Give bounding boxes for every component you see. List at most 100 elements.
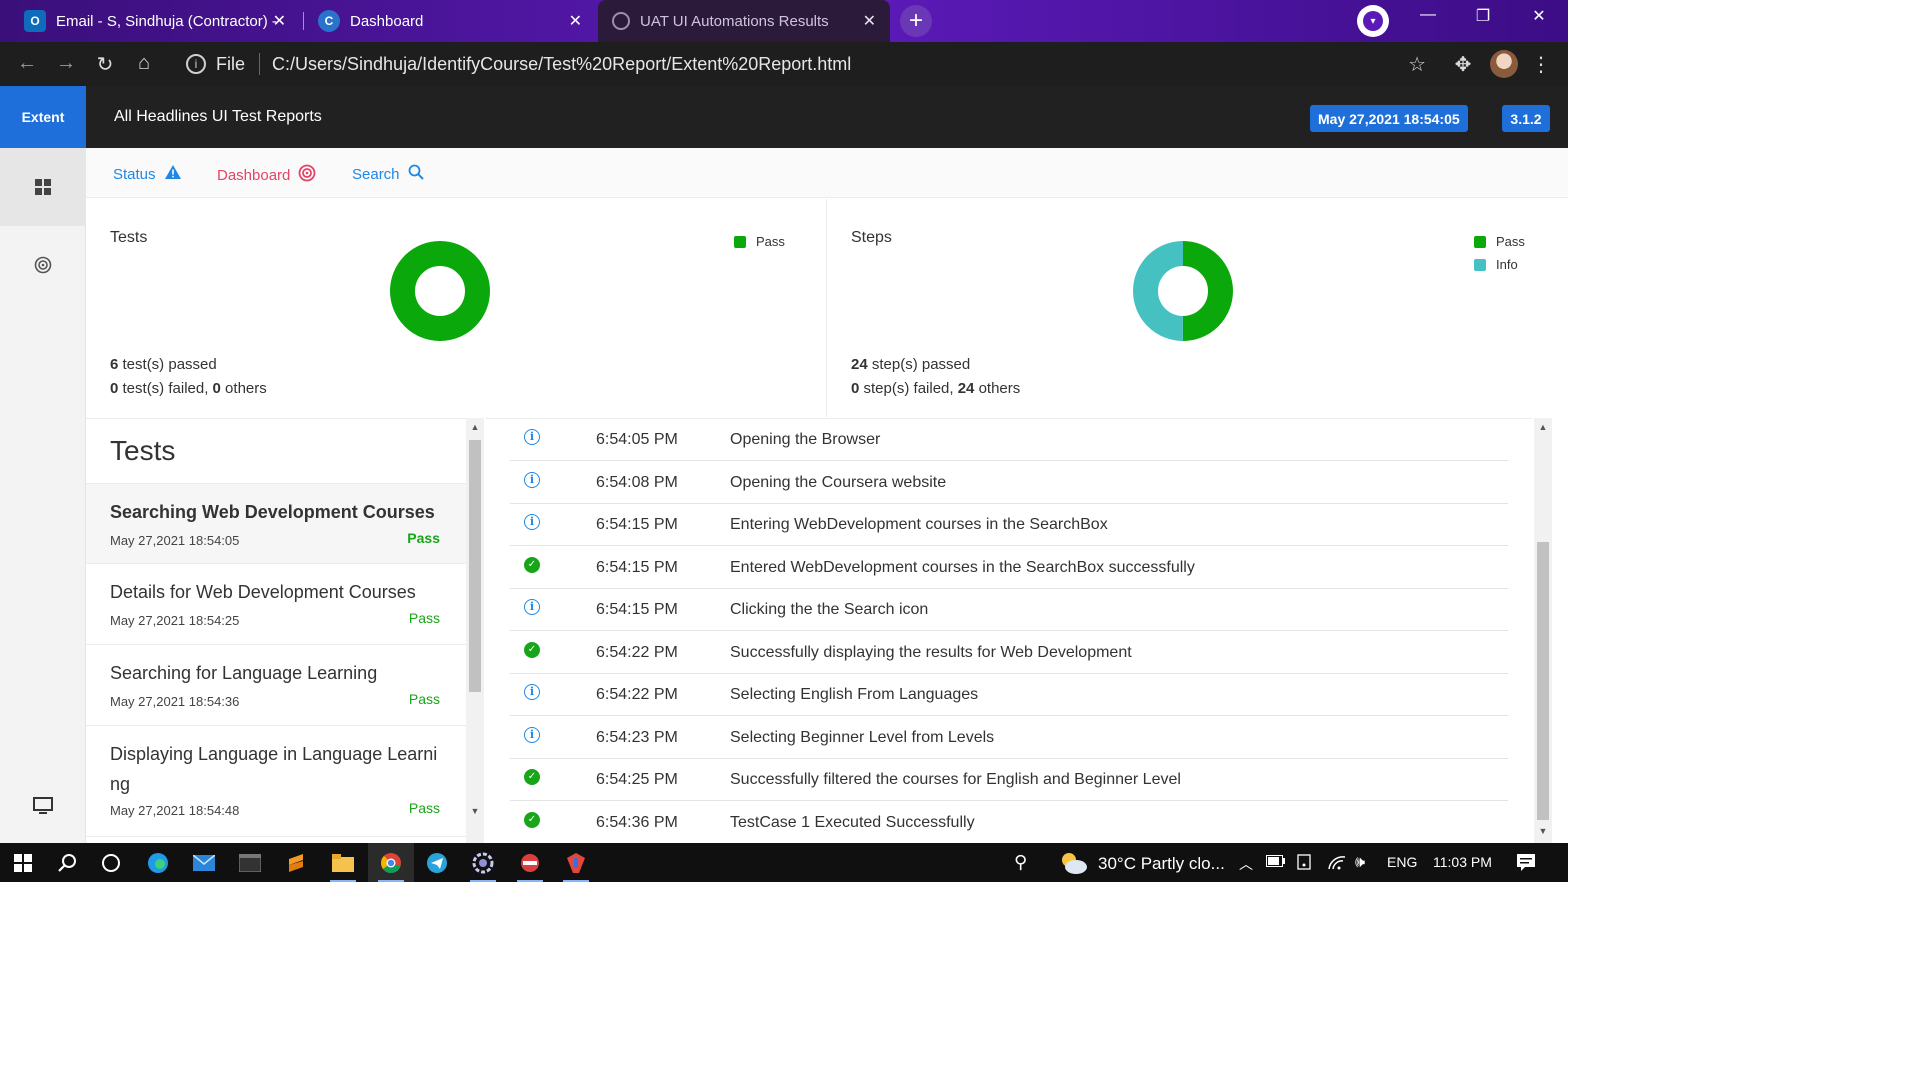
scroll-up-icon[interactable]: ▲: [466, 422, 484, 432]
step-row: i 6:54:23 PM Selecting Beginner Level from…: [510, 717, 1508, 759]
test-name: Searching Web Development Courses: [110, 502, 435, 522]
steps-summary-card: Steps Pass Info 24 step(s) passed 0 step…: [827, 199, 1568, 417]
window-close-button[interactable]: ✕: [1524, 6, 1554, 26]
back-icon[interactable]: ←: [14, 52, 40, 75]
browser-tab-strip: O Email - S, Sindhuja (Contractor) - ✕ C…: [0, 0, 1568, 42]
tab-email-label: Email - S, Sindhuja (Contractor) -: [56, 12, 277, 30]
legend-swatch-pass: [1474, 235, 1486, 248]
eclipse-icon[interactable]: [553, 843, 599, 882]
telegram-icon[interactable]: [414, 843, 460, 882]
battery-icon[interactable]: [1266, 854, 1286, 871]
windows-start-icon[interactable]: [0, 843, 46, 882]
step-details: Entered WebDevelopment courses in the Se…: [730, 558, 1195, 576]
test-list-item[interactable]: Searching for Language Learning May 27,2…: [86, 646, 466, 726]
language-indicator[interactable]: ENG: [1387, 854, 1417, 870]
close-icon[interactable]: ✕: [569, 11, 582, 31]
notifications-icon[interactable]: [1516, 853, 1536, 876]
legend-item-info: Info: [1474, 257, 1525, 272]
test-status: Pass: [408, 610, 440, 626]
check-circle-icon: ✓: [524, 769, 540, 785]
task-view-icon[interactable]: [88, 843, 134, 882]
step-details: Clicking the the Search icon: [730, 601, 929, 618]
tests-heading: Tests: [110, 435, 176, 466]
nav-dashboard-label: Dashboard: [217, 167, 291, 184]
tab-email[interactable]: O Email - S, Sindhuja (Contractor) - ✕: [10, 0, 300, 42]
sidebar-item-tests[interactable]: [0, 148, 86, 226]
bookmark-star-icon[interactable]: ☆: [1408, 52, 1426, 77]
minimize-button[interactable]: —: [1413, 6, 1443, 24]
globe-icon: [612, 12, 630, 30]
avatar[interactable]: [1490, 50, 1518, 78]
report-header: Extent All Headlines UI Test Reports May…: [0, 86, 1568, 148]
tab-dashboard[interactable]: C Dashboard ✕: [306, 0, 596, 42]
close-icon[interactable]: ✕: [273, 11, 286, 31]
home-icon[interactable]: ⌂: [131, 52, 157, 75]
step-row: i 6:54:08 PM Opening the Coursera website: [510, 462, 1508, 504]
forward-icon[interactable]: →: [53, 52, 79, 75]
new-tab-button[interactable]: +: [900, 5, 932, 37]
test-list-item[interactable]: Displaying Language in Language Learning…: [86, 727, 466, 837]
terminal-icon[interactable]: [227, 843, 273, 882]
check-circle-icon: ✓: [524, 556, 540, 573]
snipping-tool-icon[interactable]: [507, 843, 553, 882]
weather-text[interactable]: 30°C Partly clo...: [1098, 854, 1225, 874]
mail-icon[interactable]: [181, 843, 227, 882]
check-circle-icon: ✓: [524, 811, 540, 828]
step-details: Selecting Beginner Level from Levels: [730, 728, 995, 746]
site-info-icon[interactable]: i: [186, 54, 206, 74]
step-row: i 6:54:05 PM Opening the Browser: [510, 419, 1508, 461]
info-circle-icon: i: [524, 514, 540, 530]
weather-icon[interactable]: [1058, 851, 1088, 880]
scrollbar-thumb[interactable]: [1537, 542, 1549, 820]
scroll-up-icon[interactable]: ▲: [1534, 422, 1552, 432]
edge-icon[interactable]: [135, 843, 181, 882]
search-icon: [408, 164, 424, 185]
sidebar-item-dashboard[interactable]: [0, 226, 86, 304]
chrome-icon[interactable]: [368, 843, 414, 882]
file-explorer-icon[interactable]: [320, 843, 366, 882]
grid-icon: [35, 179, 51, 195]
url-text[interactable]: C:/Users/Sindhuja/IdentifyCourse/Test%20…: [272, 54, 851, 75]
chevron-up-icon[interactable]: ︿: [1239, 854, 1253, 874]
nav-search[interactable]: Search: [352, 164, 424, 185]
legend-swatch-info: [1474, 258, 1486, 271]
close-icon[interactable]: ✕: [863, 11, 876, 31]
sidebar-item-environment[interactable]: [0, 776, 86, 836]
step-row: ✓ 6:54:25 PM Successfully filtered the cou…: [510, 759, 1508, 801]
test-list-scrollbar[interactable]: ▲ ▼: [466, 418, 484, 843]
info-circle-icon: i: [524, 429, 540, 445]
extent-logo[interactable]: Extent: [0, 86, 86, 148]
test-list-item[interactable]: Searching Web Development Courses May 27…: [86, 484, 466, 564]
windows-taskbar: ⚲ 30°C Partly clo... ︿ 🕪 ENG 11:03 PM: [0, 843, 1568, 882]
nav-status-label: Status: [113, 166, 156, 183]
report-nav: Status Dashboard Search: [86, 148, 1568, 198]
reload-icon[interactable]: ↻: [92, 52, 118, 77]
test-list-item[interactable]: Details for Web Development Courses May …: [86, 565, 466, 645]
legend-label-pass: Pass: [1496, 234, 1525, 249]
settings-gear-icon[interactable]: [460, 843, 506, 882]
people-icon[interactable]: ⚲: [1014, 852, 1027, 873]
step-timestamp: 6:54:22 PM: [596, 643, 678, 661]
tab-uat-results[interactable]: UAT UI Automations Results ✕: [598, 0, 890, 42]
scroll-down-icon[interactable]: ▼: [1534, 826, 1552, 836]
wifi-icon[interactable]: [1327, 854, 1347, 874]
address-bar[interactable]: i File C:/Users/Sindhuja/IdentifyCourse/…: [170, 46, 1442, 82]
sublime-icon[interactable]: [273, 843, 319, 882]
test-name: Displaying Language in Language Learning: [110, 744, 438, 794]
clock[interactable]: 11:03 PM: [1433, 854, 1492, 870]
restore-button[interactable]: ❐: [1468, 6, 1498, 26]
test-status: Pass: [408, 800, 440, 816]
tests-failed-stat: 0 test(s) failed, 0 others: [110, 380, 267, 397]
steps-scrollbar[interactable]: ▲ ▼: [1534, 418, 1552, 843]
chevron-down-icon: ▾: [1363, 11, 1383, 31]
search-icon[interactable]: [44, 843, 90, 882]
scroll-down-icon[interactable]: ▼: [466, 806, 484, 816]
menu-icon[interactable]: ⋮: [1528, 52, 1554, 77]
tab-search-button[interactable]: ▾: [1357, 5, 1389, 37]
nav-status[interactable]: Status: [113, 164, 182, 185]
scrollbar-thumb[interactable]: [469, 440, 481, 692]
device-icon[interactable]: [1297, 854, 1315, 874]
extensions-icon[interactable]: ✥: [1450, 52, 1476, 77]
nav-dashboard[interactable]: Dashboard: [217, 164, 316, 187]
speaker-icon[interactable]: 🕪: [1355, 854, 1365, 872]
